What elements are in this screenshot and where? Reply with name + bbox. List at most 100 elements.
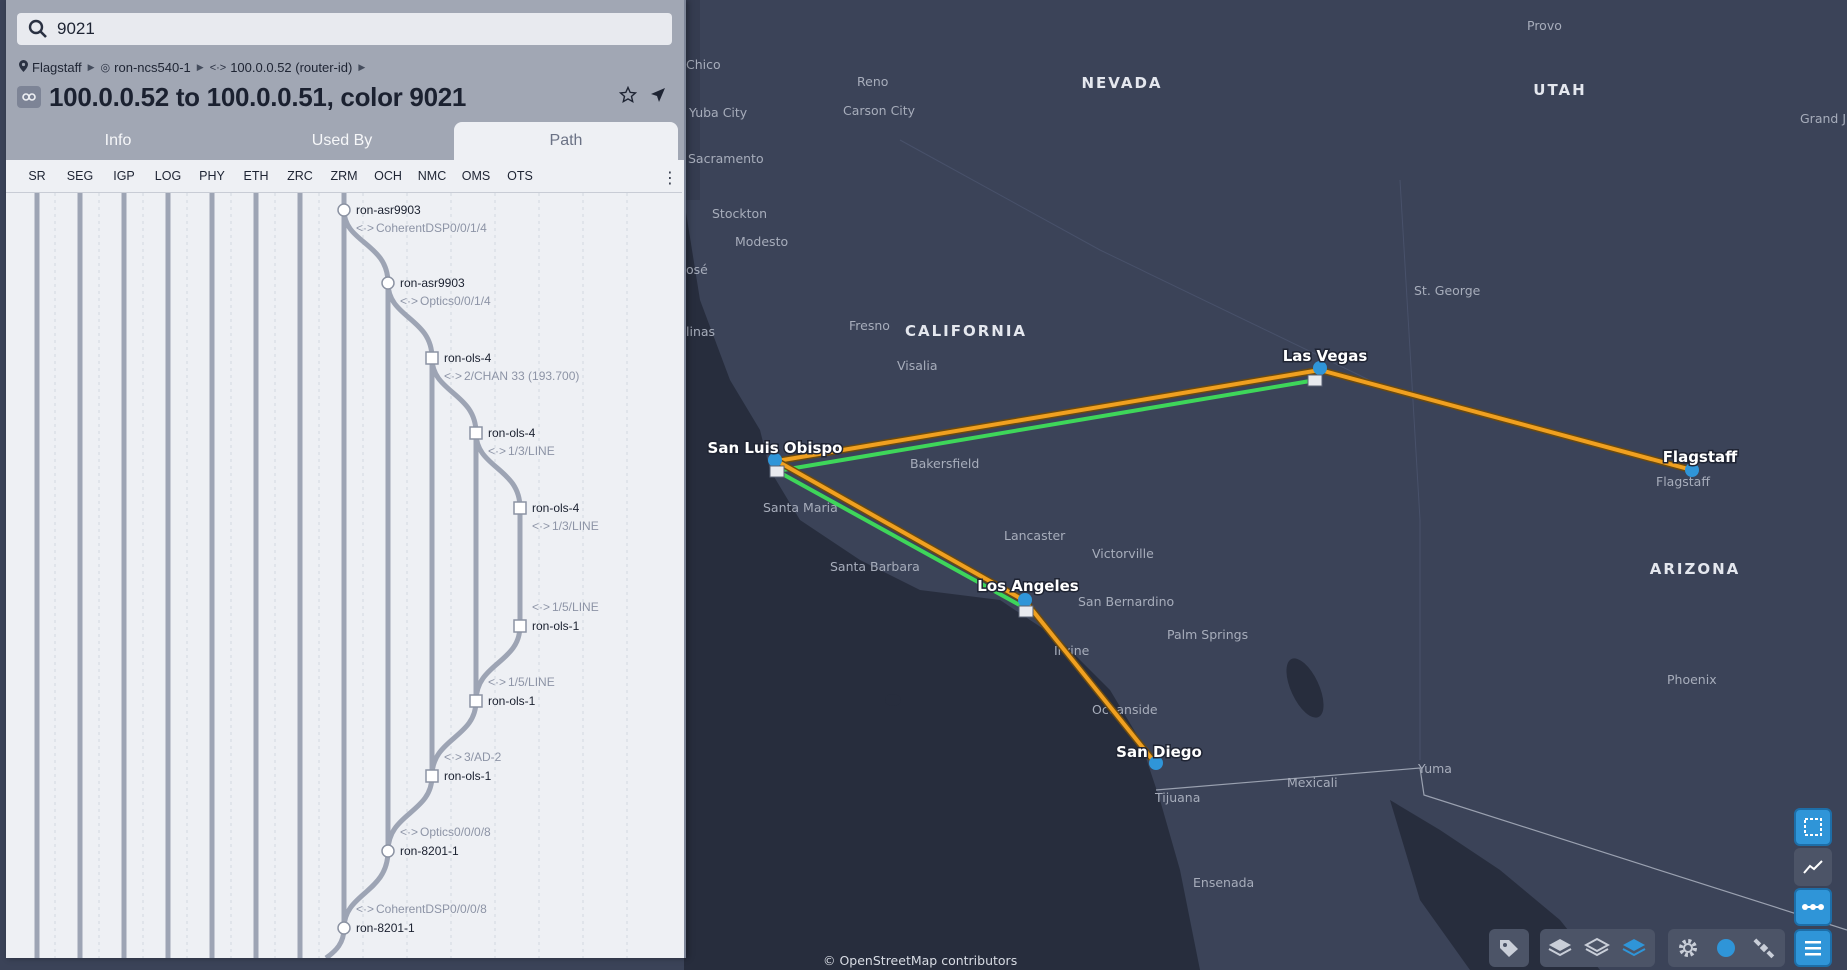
router-node-icon[interactable] (337, 921, 351, 935)
interface-label[interactable]: 2/CHAN 33 (193.700) (464, 369, 579, 383)
site-label[interactable]: San Luis Obispo (706, 438, 844, 459)
tab-path[interactable]: Path (454, 122, 678, 160)
select-region-button[interactable] (1794, 808, 1832, 846)
layer-och[interactable]: OCH (374, 160, 402, 192)
link-icon (17, 86, 41, 108)
layer-sr[interactable]: SR (28, 160, 45, 192)
ols-node-icon[interactable] (469, 694, 483, 708)
router-node-icon[interactable] (381, 844, 395, 858)
city-label: Yuba City (688, 105, 748, 120)
layer-log[interactable]: LOG (155, 160, 181, 192)
city-label: osé (686, 262, 708, 277)
interface-label[interactable]: 1/5/LINE (508, 675, 555, 689)
ols-node-icon[interactable] (513, 619, 527, 633)
interface-label[interactable]: CoherentDSP0/0/1/4 (376, 221, 487, 235)
dark-mode-icon[interactable] (1709, 931, 1743, 965)
star-icon[interactable] (618, 85, 638, 109)
site-label[interactable]: Flagstaff (1661, 447, 1739, 468)
path-hop[interactable]: ron-ols-4 <·> 2/CHAN 33 (193.700) (425, 351, 579, 383)
city-label: Stockton (712, 206, 767, 221)
layers-outline-icon[interactable] (1580, 931, 1614, 965)
interface-label[interactable]: 1/3/LINE (508, 444, 555, 458)
city-label: Reno (857, 74, 888, 89)
interface-icon: <·> (209, 61, 227, 74)
search-input[interactable] (55, 18, 619, 40)
city-label: Provo (1527, 18, 1562, 33)
path-hop[interactable]: ron-ols-1 <·> 1/5/LINE (513, 600, 599, 633)
router-node-icon[interactable] (337, 203, 351, 217)
breadcrumb-interface[interactable]: 100.0.0.52 (router-id) (230, 60, 352, 75)
tag-icon[interactable] (1492, 931, 1526, 965)
city-label: Oceanside (1092, 702, 1158, 717)
city-label: Sacramento (688, 151, 764, 166)
node-label[interactable]: ron-asr9903 (400, 276, 465, 290)
path-hop[interactable]: ron-ols-4 <·> 1/3/LINE (513, 501, 599, 533)
satellite-icon[interactable] (1747, 931, 1781, 965)
layer-eth[interactable]: ETH (244, 160, 269, 192)
path-hop[interactable]: ron-8201-1 <·> Optics0/0/0/8 (381, 825, 491, 858)
node-label[interactable]: ron-ols-1 (444, 769, 492, 783)
menu-button[interactable] (1794, 929, 1832, 967)
node-label[interactable]: ron-8201-1 (356, 921, 415, 935)
city-label: Yuma (1417, 761, 1452, 776)
layer-phy[interactable]: PHY (199, 160, 225, 192)
node-label[interactable]: ron-ols-4 (532, 501, 580, 515)
site-label[interactable]: Los Angeles (976, 576, 1081, 597)
ols-node-icon[interactable] (425, 351, 439, 365)
city-label: Flagstaff (1656, 474, 1710, 489)
layer-ots[interactable]: OTS (507, 160, 533, 192)
layer-seg[interactable]: SEG (67, 160, 93, 192)
layers-icon[interactable] (1543, 931, 1577, 965)
interface-icon: <·> (356, 902, 374, 916)
ols-node-icon[interactable] (513, 501, 527, 515)
interface-icon: <·> (532, 600, 550, 614)
city-label: linas (686, 324, 715, 339)
state-label: UTAH (1533, 81, 1586, 99)
device-icon: ◎ (100, 62, 111, 74)
interface-label[interactable]: 1/5/LINE (552, 600, 599, 614)
site-label[interactable]: San Diego (1115, 742, 1204, 763)
chevron-right-icon: ▶ (196, 62, 204, 72)
node-label[interactable]: ron-ols-1 (532, 619, 580, 633)
path-hop[interactable]: ron-asr9903 <·> Optics0/0/1/4 (381, 276, 491, 308)
location-pin-icon (19, 60, 28, 75)
layer-nmc[interactable]: NMC (418, 160, 446, 192)
city-label: Tijuana (1154, 790, 1200, 805)
layer-zrm[interactable]: ZRM (330, 160, 357, 192)
node-label[interactable]: ron-ols-4 (444, 351, 492, 365)
search-bar[interactable] (17, 13, 672, 45)
path-hop[interactable]: ron-asr9903 <·> CoherentDSP0/0/1/4 (337, 203, 487, 235)
more-options-icon[interactable]: ⋮ (662, 168, 678, 188)
interface-label[interactable]: Optics0/0/1/4 (420, 294, 491, 308)
breadcrumb-device[interactable]: ron-ncs540-1 (114, 60, 191, 75)
panel-header: Flagstaff ▶ ◎ ron-ncs540-1 ▶ <·> 100.0.0… (6, 0, 684, 160)
tab-info[interactable]: Info (6, 122, 230, 160)
layer-zrc[interactable]: ZRC (287, 160, 313, 192)
chart-button[interactable] (1794, 848, 1832, 886)
city-label: Palm Springs (1167, 627, 1248, 642)
ols-node-icon[interactable] (425, 769, 439, 783)
city-label: Santa Maria (763, 500, 838, 515)
trend-line-icon (1803, 860, 1823, 874)
interface-label[interactable]: 3/AD-2 (464, 750, 502, 764)
gear-icon[interactable] (1671, 931, 1705, 965)
state-label: ARIZONA (1650, 560, 1741, 578)
node-label[interactable]: ron-ols-1 (488, 694, 536, 708)
interface-label[interactable]: CoherentDSP0/0/0/8 (376, 902, 487, 916)
navigate-icon[interactable] (649, 86, 667, 109)
node-label[interactable]: ron-ols-4 (488, 426, 536, 440)
tab-used-by[interactable]: Used By (230, 122, 454, 160)
node-label[interactable]: ron-8201-1 (400, 844, 459, 858)
interface-label[interactable]: Optics0/0/0/8 (420, 825, 491, 839)
site-label[interactable]: Las Vegas (1281, 346, 1369, 367)
layer-igp[interactable]: IGP (113, 160, 135, 192)
breadcrumb-site[interactable]: Flagstaff (32, 60, 82, 75)
path-view-button[interactable] (1794, 888, 1832, 926)
interface-label[interactable]: 1/3/LINE (552, 519, 599, 533)
node-label[interactable]: ron-asr9903 (356, 203, 421, 217)
path-hop[interactable]: ron-8201-1 <·> CoherentDSP0/0/0/8 (337, 902, 487, 935)
ols-node-icon[interactable] (469, 426, 483, 440)
layers-active-icon[interactable] (1617, 931, 1651, 965)
layer-oms[interactable]: OMS (462, 160, 490, 192)
router-node-icon[interactable] (381, 276, 395, 290)
